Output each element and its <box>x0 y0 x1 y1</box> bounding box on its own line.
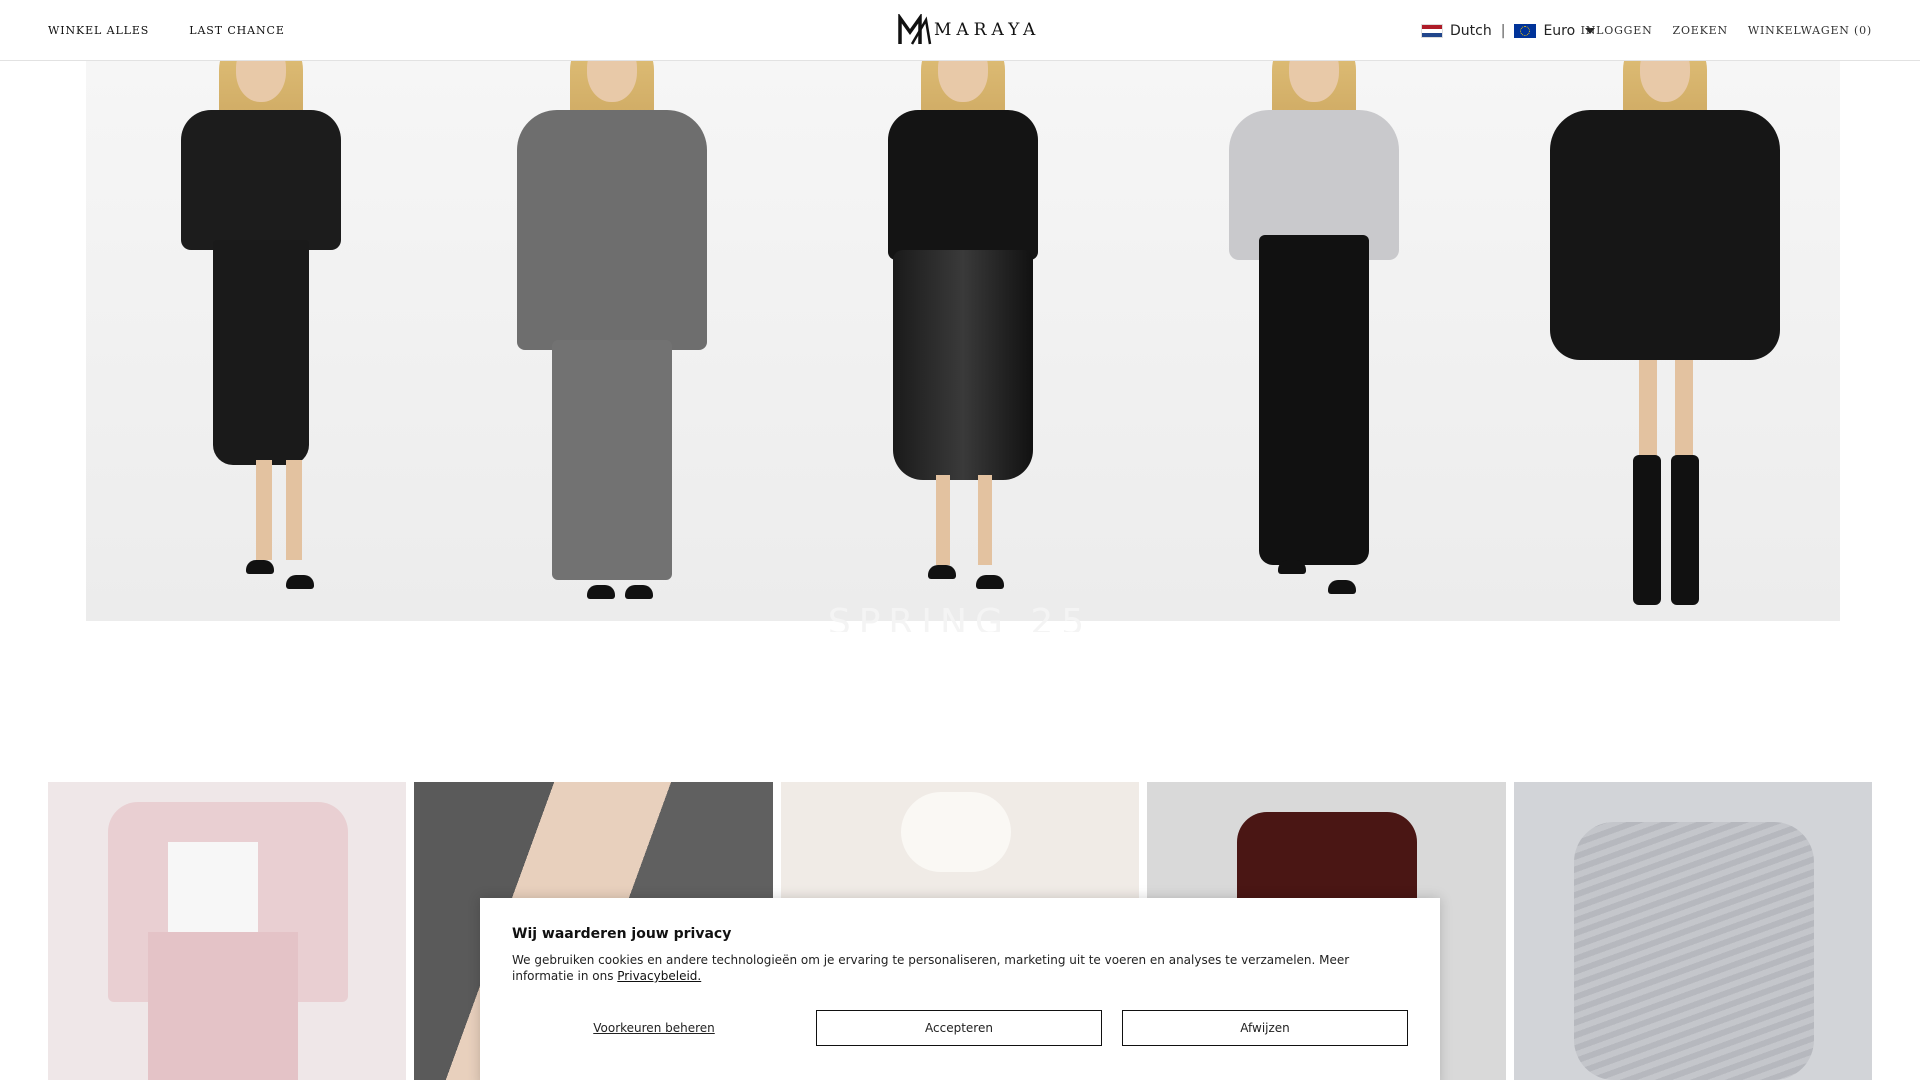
cookie-consent-banner: Wij waarderen jouw privacy We gebruiken … <box>480 898 1440 1080</box>
locale-separator: | <box>1500 22 1506 39</box>
hero-model-image <box>436 0 788 621</box>
netherlands-flag-icon <box>1421 23 1443 38</box>
primary-nav: WINKEL ALLES LAST CHANCE <box>48 0 285 61</box>
currency-label: Euro <box>1543 22 1576 39</box>
hero-banner[interactable] <box>86 0 1840 621</box>
privacy-policy-link[interactable]: Privacybeleid. <box>617 969 701 983</box>
cookie-title: Wij waarderen jouw privacy <box>512 926 732 942</box>
cookie-description: We gebruiken cookies en andere technolog… <box>512 952 1412 984</box>
language-label: Dutch <box>1450 22 1492 39</box>
hero-model-image <box>86 0 437 621</box>
logo-mark-icon <box>898 14 932 45</box>
nav-shop-all-link[interactable]: WINKEL ALLES <box>48 24 149 37</box>
reject-button[interactable]: Afwijzen <box>1122 1010 1408 1046</box>
hero-model-image <box>787 0 1139 621</box>
account-nav: INLOGGEN ZOEKEN WINKELWAGEN (0) <box>1581 0 1872 61</box>
logo-wordmark: MARAYA <box>934 20 1041 40</box>
cart-link[interactable]: WINKELWAGEN (0) <box>1748 24 1872 37</box>
hero-model-image <box>1138 0 1490 621</box>
accept-button[interactable]: Accepteren <box>816 1010 1102 1046</box>
hero-title: SPRING 25 <box>827 602 1093 632</box>
hero-model-image <box>1489 0 1840 621</box>
cookie-actions: Voorkeuren beheren Accepteren Afwijzen <box>512 1010 1408 1046</box>
eu-flag-icon <box>1514 23 1537 38</box>
manage-preferences-button[interactable]: Voorkeuren beheren <box>512 1010 796 1046</box>
locale-selector[interactable]: Dutch | Euro <box>1421 0 1596 61</box>
product-card[interactable] <box>48 782 407 1080</box>
brand-logo[interactable]: MARAYA <box>898 14 1040 46</box>
site-header: WINKEL ALLES LAST CHANCE MARAYA Dutch | … <box>0 0 1920 61</box>
search-link[interactable]: ZOEKEN <box>1673 24 1728 37</box>
nav-last-chance-link[interactable]: LAST CHANCE <box>189 24 285 37</box>
product-card[interactable] <box>1513 782 1873 1080</box>
login-link[interactable]: INLOGGEN <box>1581 24 1653 37</box>
